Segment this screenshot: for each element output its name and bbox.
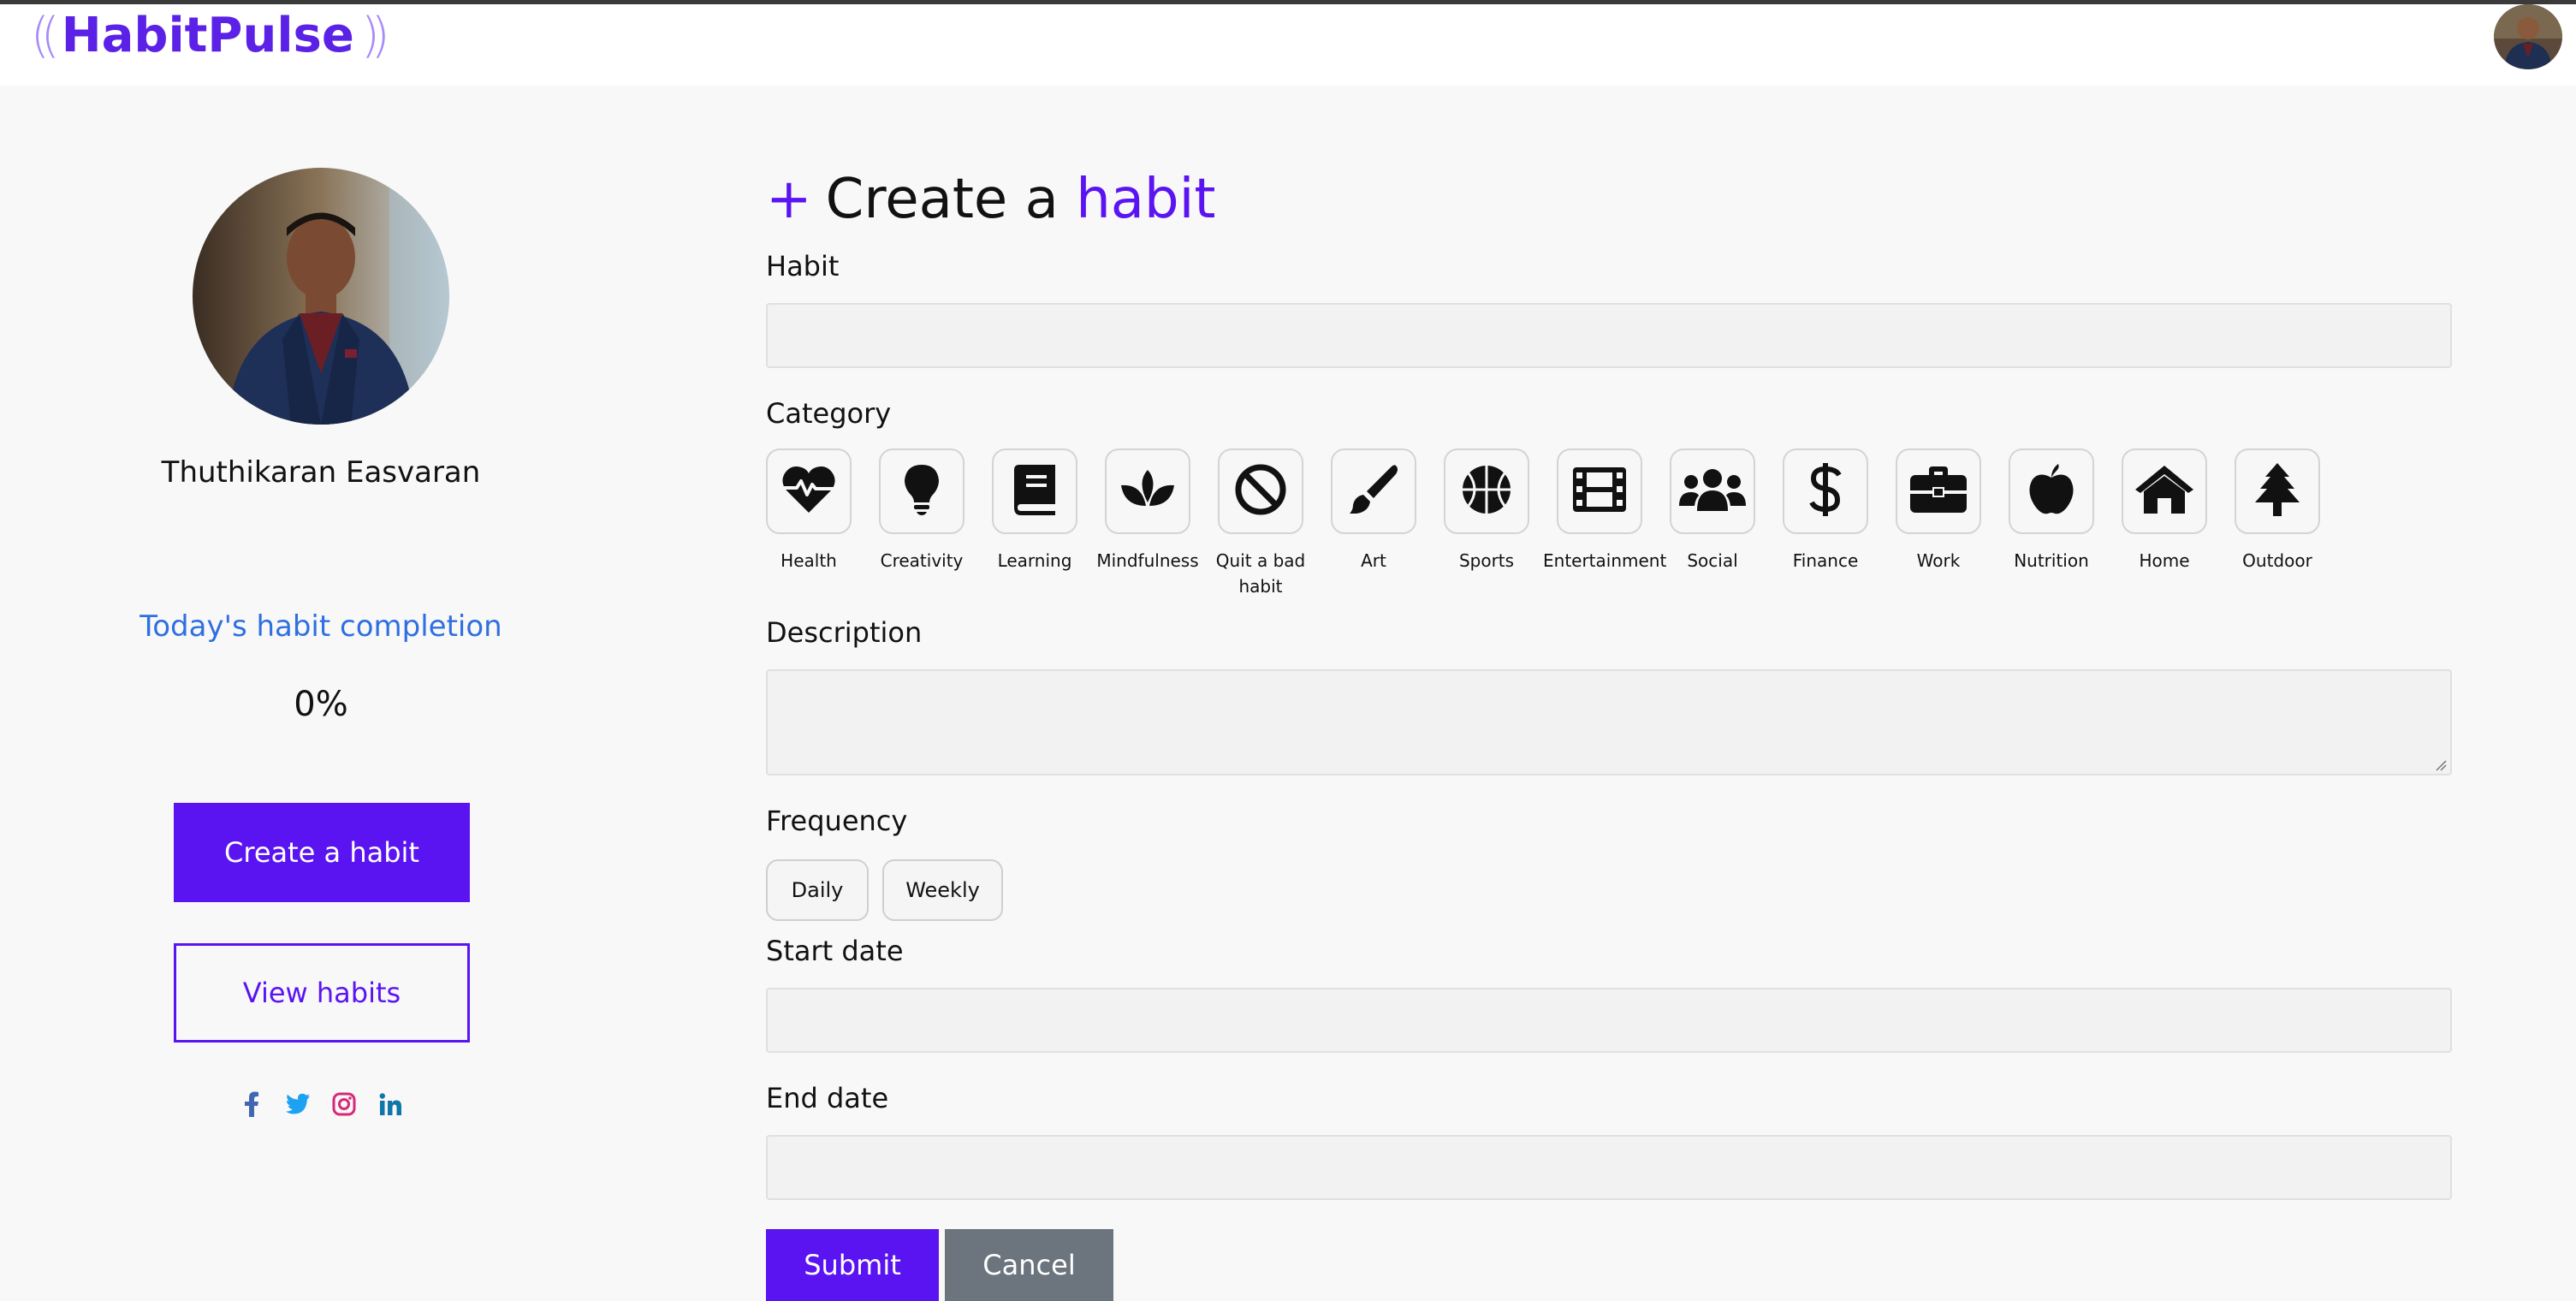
category-label: Finance	[1792, 550, 1859, 571]
category-label: Learning	[997, 550, 1072, 571]
category-label: Category	[766, 397, 892, 430]
start-date-input[interactable]	[766, 988, 2452, 1053]
description-label: Description	[766, 616, 923, 649]
basketball-icon	[1460, 463, 1513, 520]
form-title-accent: habit	[1076, 168, 1216, 231]
form-title: + Create a habit	[766, 168, 1215, 231]
category-label: Social	[1687, 550, 1738, 571]
frequency-label: Frequency	[766, 805, 908, 837]
end-date-label: End date	[766, 1082, 889, 1114]
film-icon	[1571, 466, 1628, 517]
twitter-icon[interactable]	[282, 1089, 313, 1120]
create-habit-form: + Create a habit Habit Category Health Cr…	[766, 86, 2478, 1301]
category-nutrition[interactable]: Nutrition	[1995, 449, 2108, 573]
resize-handle-icon[interactable]	[2435, 758, 2447, 771]
category-list: Health Creativity Learning Mindfulness Q…	[766, 449, 2435, 611]
category-outdoor[interactable]: Outdoor	[2221, 449, 2334, 573]
submit-button[interactable]: Submit	[766, 1229, 939, 1301]
category-social[interactable]: Social	[1656, 449, 1769, 573]
category-quit-bad-habit[interactable]: Quit a bad habit	[1204, 449, 1317, 599]
category-label: Outdoor	[2242, 550, 2312, 571]
category-learning[interactable]: Learning	[978, 449, 1091, 573]
category-art[interactable]: Art	[1317, 449, 1430, 573]
category-label: Mindfulness	[1096, 550, 1199, 571]
category-label: Creativity	[880, 550, 964, 571]
category-label: Sports	[1458, 550, 1515, 571]
category-label: Work	[1916, 550, 1961, 571]
ban-icon	[1234, 463, 1287, 520]
category-label: Home	[2139, 550, 2190, 571]
logo-text: HabitPulse	[61, 7, 354, 63]
category-label: Health	[781, 550, 837, 571]
profile-name: Thuthikaran Easvaran	[161, 455, 481, 490]
lotus-icon	[1119, 468, 1176, 514]
completion-value: 0%	[294, 685, 348, 724]
category-label: Nutrition	[2014, 550, 2089, 571]
end-date-input[interactable]	[766, 1135, 2452, 1200]
category-entertainment[interactable]: Entertainment	[1543, 449, 1667, 573]
heart-pulse-icon	[781, 465, 836, 518]
plus-icon: +	[766, 168, 812, 231]
apple-icon	[2027, 462, 2075, 520]
nav-avatar[interactable]	[2494, 4, 2562, 69]
category-health[interactable]: Health	[752, 449, 865, 573]
habit-input[interactable]	[766, 303, 2452, 368]
book-icon	[1012, 463, 1057, 520]
category-sports[interactable]: Sports	[1430, 449, 1543, 573]
description-textarea[interactable]	[766, 669, 2452, 775]
home-icon	[2134, 464, 2195, 519]
logo-wave-right-icon: ))	[360, 7, 390, 63]
dollar-icon	[1808, 461, 1843, 521]
social-links	[0, 1085, 642, 1123]
category-finance[interactable]: Finance	[1769, 449, 1882, 573]
category-label: Quit a bad habit	[1215, 550, 1306, 597]
cancel-button[interactable]: Cancel	[945, 1229, 1113, 1301]
create-habit-button[interactable]: Create a habit	[174, 803, 470, 902]
form-title-main: Create a	[825, 168, 1059, 231]
profile-photo	[193, 168, 449, 425]
frequency-daily-button[interactable]: Daily	[766, 859, 869, 921]
view-habits-button[interactable]: View habits	[174, 943, 470, 1043]
frequency-weekly-button[interactable]: Weekly	[882, 859, 1003, 921]
users-icon	[1678, 466, 1747, 516]
tree-icon	[2252, 461, 2303, 521]
category-label: Entertainment	[1543, 550, 1667, 571]
habit-label: Habit	[766, 250, 840, 282]
lightbulb-icon	[903, 463, 941, 520]
category-mindfulness[interactable]: Mindfulness	[1091, 449, 1204, 573]
paintbrush-icon	[1348, 464, 1399, 519]
category-creativity[interactable]: Creativity	[865, 449, 978, 573]
instagram-icon[interactable]	[329, 1089, 359, 1120]
category-label: Art	[1361, 550, 1386, 571]
category-work[interactable]: Work	[1882, 449, 1995, 573]
logo-wave-left-icon: ((	[31, 7, 60, 63]
sidebar: Thuthikaran Easvaran Today's habit compl…	[0, 86, 642, 1298]
briefcase-icon	[1908, 465, 1968, 518]
start-date-label: Start date	[766, 935, 904, 967]
facebook-icon[interactable]	[236, 1089, 267, 1120]
logo[interactable]: (( HabitPulse ))	[31, 4, 390, 66]
linkedin-icon[interactable]	[375, 1089, 406, 1120]
navbar: (( HabitPulse ))	[0, 4, 2576, 86]
category-home[interactable]: Home	[2108, 449, 2221, 573]
completion-title: Today's habit completion	[139, 609, 502, 644]
